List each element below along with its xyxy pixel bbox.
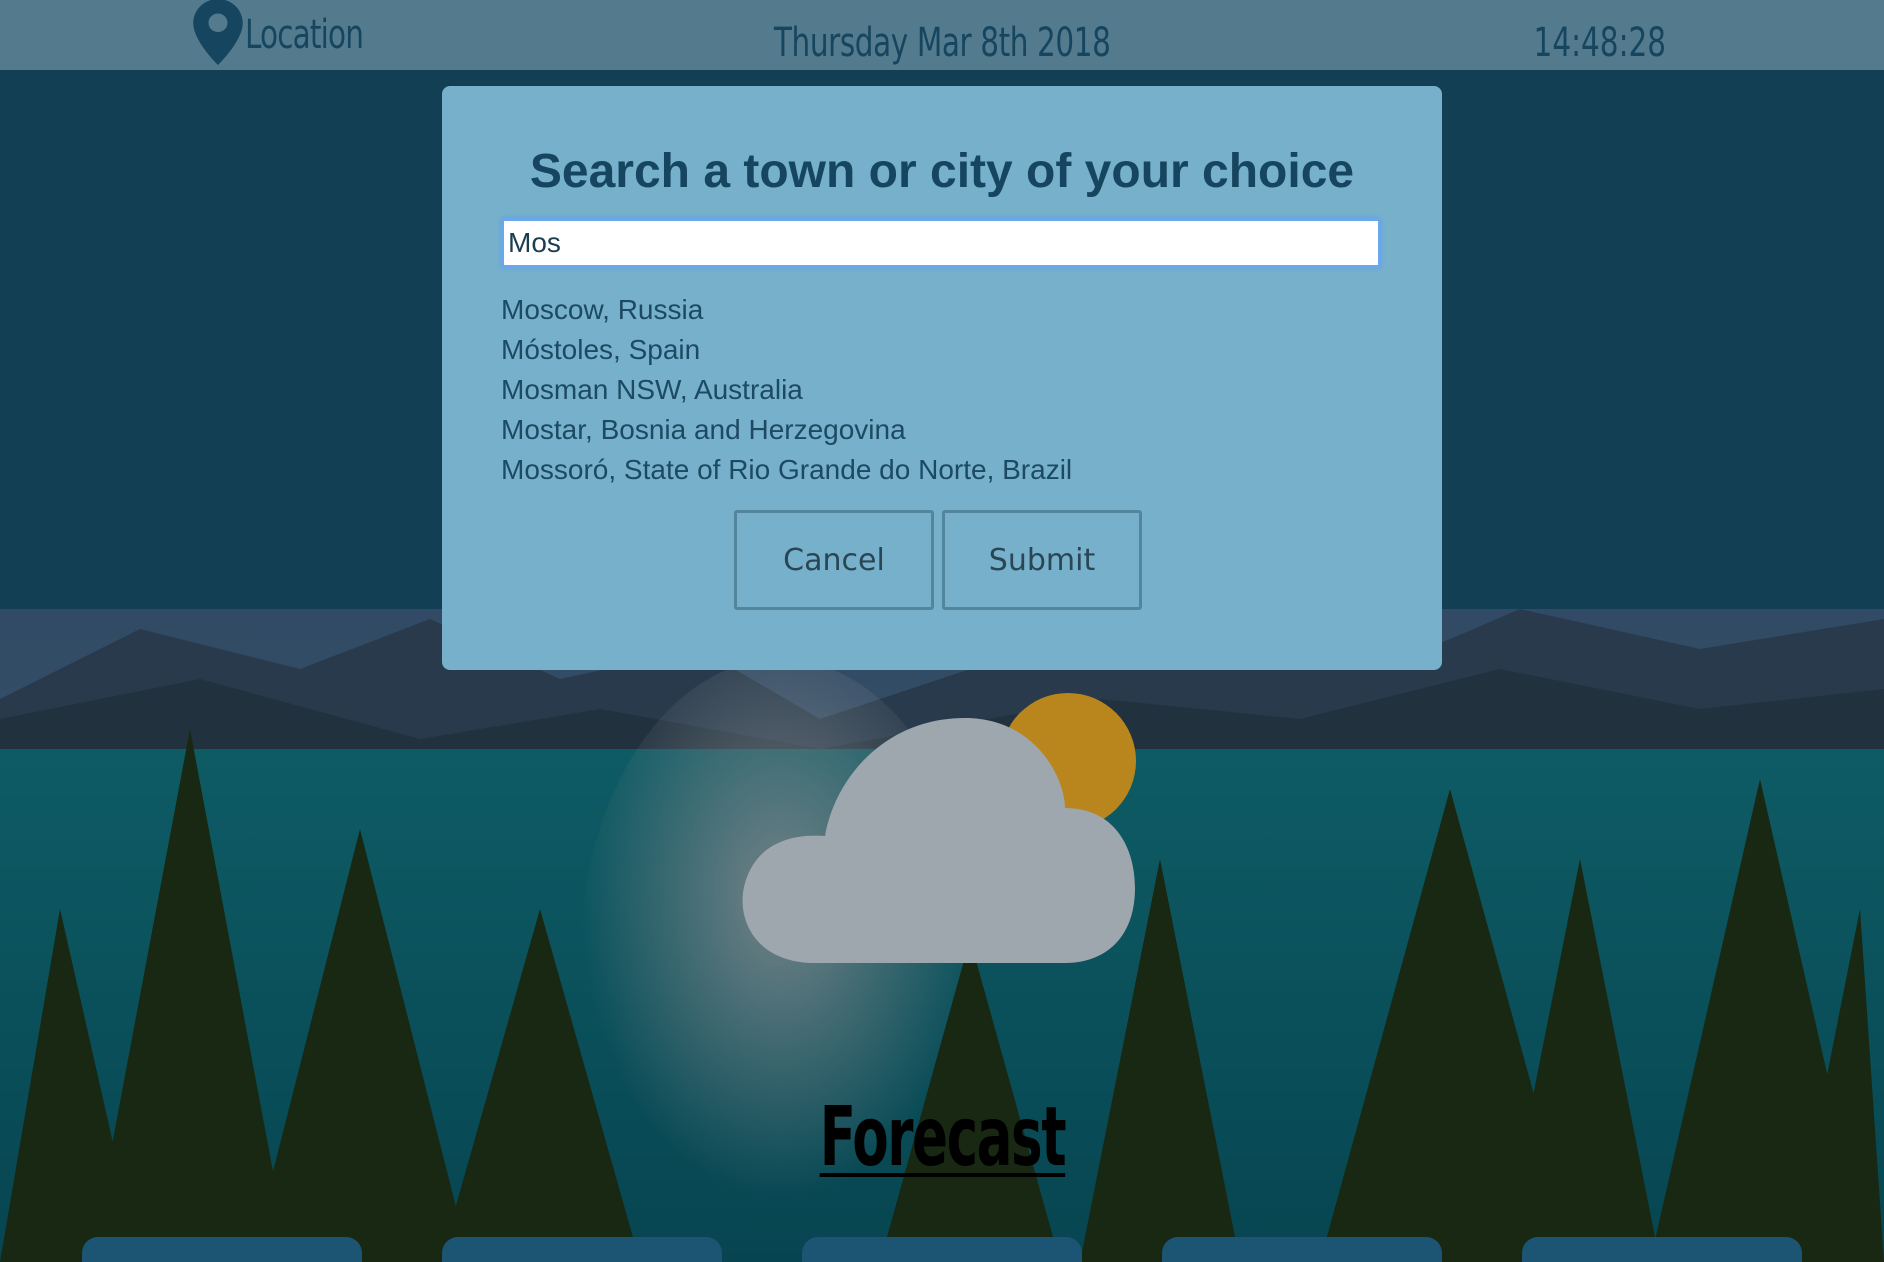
clock-display: 14:48:28 — [1520, 0, 1680, 86]
forecast-title: Forecast — [819, 1090, 1066, 1185]
date-text: Thursday Mar 8th 2018 — [773, 20, 1111, 66]
dialog-title: Search a town or city of your choice — [529, 145, 1355, 198]
forecast-day-card[interactable] — [1522, 1237, 1802, 1262]
suggestion-item[interactable]: Mostar, Bosnia and Herzegovina — [501, 410, 1072, 450]
partly-cloudy-icon — [735, 688, 1155, 978]
forecast-day-card[interactable] — [802, 1237, 1082, 1262]
forecast-day-card[interactable] — [1162, 1237, 1442, 1262]
suggestion-item[interactable]: Moscow, Russia — [501, 290, 1072, 330]
cancel-button[interactable]: Cancel — [734, 510, 934, 610]
forecast-day-tabs — [0, 1237, 1884, 1262]
forecast-day-card[interactable] — [82, 1237, 362, 1262]
map-pin-icon — [193, 0, 243, 65]
header-bar: Location Thursday Mar 8th 2018 14:48:28 — [0, 0, 1884, 70]
suggestion-item[interactable]: Mossoró, State of Rio Grande do Norte, B… — [501, 450, 1072, 490]
submit-button[interactable]: Submit — [942, 510, 1142, 610]
suggestion-list: Moscow, Russia Móstoles, Spain Mosman NS… — [501, 290, 1072, 490]
location-button[interactable]: Location — [193, 0, 389, 70]
forecast-heading: Forecast — [0, 1090, 1884, 1185]
city-search-dialog: Search a town or city of your choice Mos… — [442, 86, 1442, 670]
city-search-input[interactable] — [501, 218, 1381, 268]
suggestion-item[interactable]: Móstoles, Spain — [501, 330, 1072, 370]
time-text: 14:48:28 — [1533, 20, 1667, 66]
forecast-day-card[interactable] — [442, 1237, 722, 1262]
location-label: Location — [245, 12, 364, 58]
suggestion-item[interactable]: Mosman NSW, Australia — [501, 370, 1072, 410]
